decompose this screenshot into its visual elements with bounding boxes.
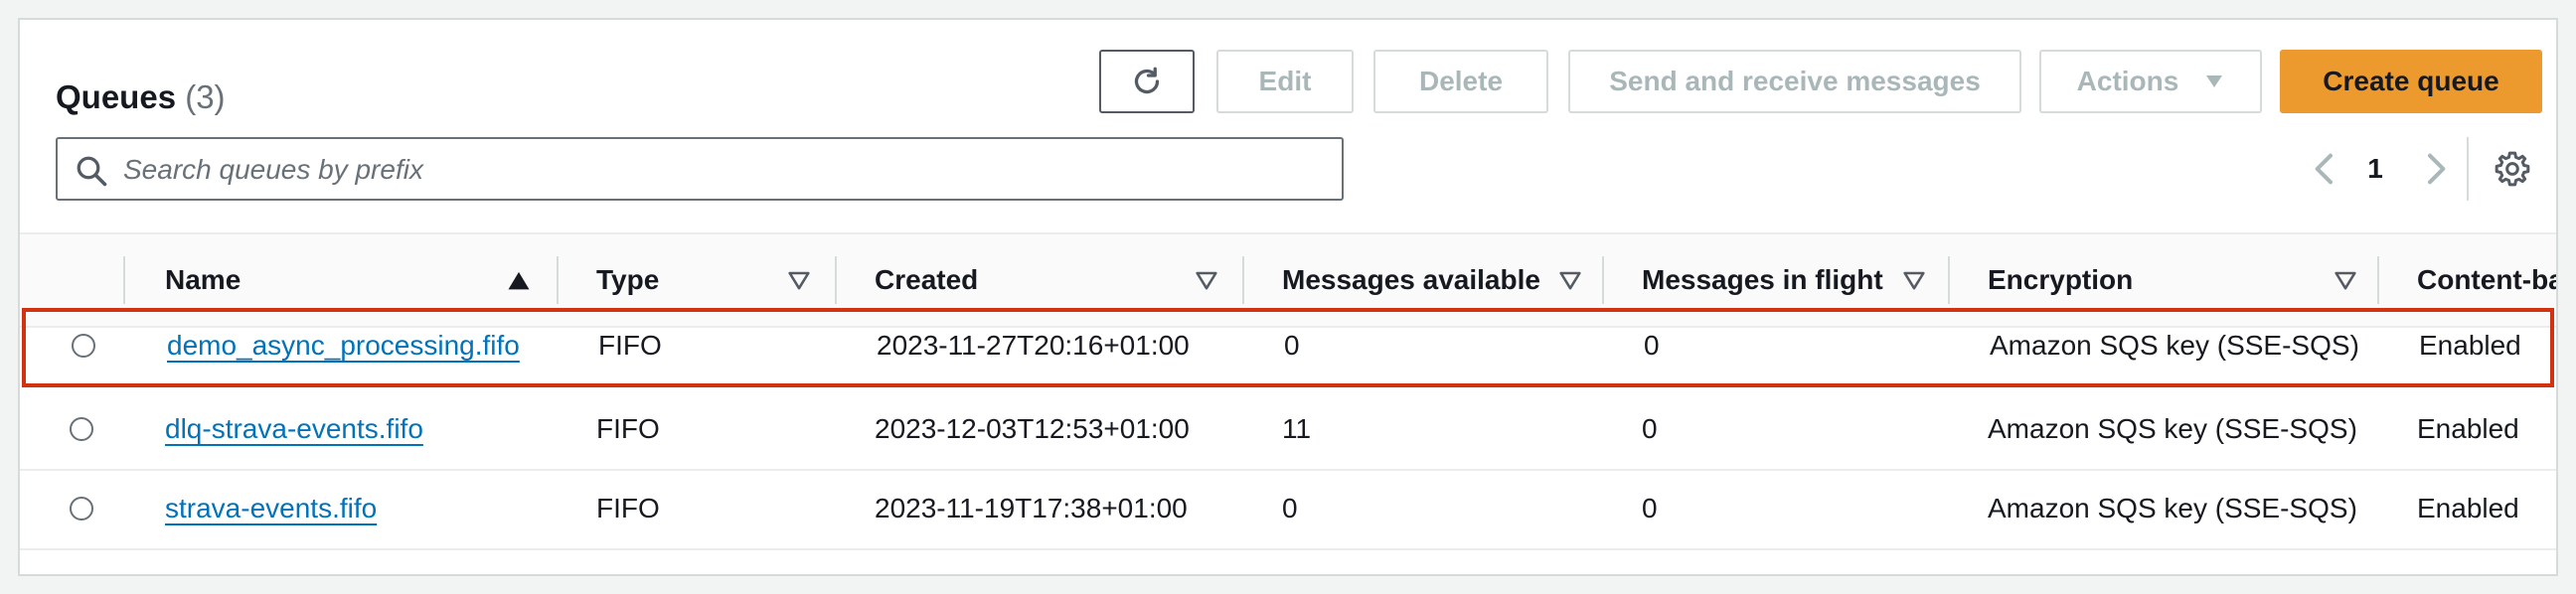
queue-name-cell: dlq-strava-events.fifo xyxy=(165,391,423,467)
encryption-cell: Amazon SQS key (SSE-SQS) xyxy=(1988,413,2357,444)
encryption-cell: Amazon SQS key (SSE-SQS) xyxy=(1990,330,2359,361)
queue-type-cell: FIFO xyxy=(596,493,660,523)
search-input[interactable] xyxy=(121,149,1328,191)
encryption-cell: Amazon SQS key (SSE-SQS) xyxy=(1988,493,2357,523)
column-separator xyxy=(1948,256,1950,304)
column-separator xyxy=(1242,256,1244,304)
row-radio[interactable] xyxy=(70,497,93,520)
sort-icon[interactable] xyxy=(1556,266,1584,294)
page-title: Queues (3) xyxy=(56,77,226,117)
messages-available-cell: 11 xyxy=(1282,413,1312,444)
row-radio[interactable] xyxy=(70,417,93,441)
queue-created-cell: 2023-12-03T12:53+01:00 xyxy=(875,413,1190,444)
queue-type-cell: FIFO xyxy=(596,413,660,444)
current-page[interactable]: 1 xyxy=(2355,149,2395,189)
table-row[interactable]: demo_async_processing.fifo FIFO 2023-11-… xyxy=(22,308,2554,387)
sort-ascending-icon[interactable] xyxy=(505,266,533,294)
queue-created-cell: 2023-11-19T17:38+01:00 xyxy=(875,493,1188,523)
actions-label: Actions xyxy=(2076,66,2179,96)
column-separator xyxy=(2377,256,2379,304)
caret-down-icon xyxy=(2206,75,2223,87)
queue-created-cell: 2023-11-27T20:16+01:00 xyxy=(877,330,1190,361)
sort-icon[interactable] xyxy=(1193,266,1220,294)
queue-name-cell: strava-events.fifo xyxy=(165,471,377,546)
queue-type-cell: FIFO xyxy=(598,330,662,361)
column-separator xyxy=(1602,256,1604,304)
title-text: Queues xyxy=(56,78,177,115)
messages-available-cell: 0 xyxy=(1284,330,1300,361)
queue-name-link[interactable]: strava-events.fifo xyxy=(165,493,377,523)
queue-name-link[interactable]: dlq-strava-events.fifo xyxy=(165,413,423,444)
queues-panel: Queues (3) Edit Delete Send and receive … xyxy=(18,18,2558,576)
messages-in-flight-cell: 0 xyxy=(1642,413,1658,444)
chevron-right-icon[interactable] xyxy=(2415,149,2455,189)
create-queue-button[interactable]: Create queue xyxy=(2280,50,2542,113)
table-row[interactable]: strava-events.fifo FIFO 2023-11-19T17:38… xyxy=(20,471,2556,550)
queue-count: (3) xyxy=(185,78,226,115)
column-separator xyxy=(123,256,125,304)
column-separator xyxy=(835,256,837,304)
column-separator xyxy=(557,256,559,304)
edit-button[interactable]: Edit xyxy=(1216,50,1354,113)
content-based-cell: Enabled xyxy=(2417,493,2519,523)
table-row[interactable]: dlq-strava-events.fifo FIFO 2023-12-03T1… xyxy=(20,391,2556,471)
messages-in-flight-cell: 0 xyxy=(1642,493,1658,523)
sort-icon[interactable] xyxy=(2332,266,2359,294)
row-radio[interactable] xyxy=(72,334,95,358)
sort-icon[interactable] xyxy=(1900,266,1928,294)
actions-dropdown-button[interactable]: Actions xyxy=(2039,50,2262,113)
delete-button[interactable]: Delete xyxy=(1373,50,1548,113)
search-box[interactable] xyxy=(56,137,1344,201)
content-based-cell: Enabled xyxy=(2419,330,2521,361)
send-receive-messages-button[interactable]: Send and receive messages xyxy=(1568,50,2021,113)
search-icon xyxy=(77,156,107,187)
refresh-icon xyxy=(1134,67,1160,94)
messages-available-cell: 0 xyxy=(1282,493,1298,523)
sort-icon[interactable] xyxy=(785,266,813,294)
queue-name-cell: demo_async_processing.fifo xyxy=(167,308,520,383)
queue-name-link[interactable]: demo_async_processing.fifo xyxy=(167,330,520,361)
content-based-cell: Enabled xyxy=(2417,413,2519,444)
pagination-divider xyxy=(2467,137,2469,201)
gear-icon[interactable] xyxy=(2493,149,2532,189)
refresh-button[interactable] xyxy=(1099,50,1195,113)
messages-in-flight-cell: 0 xyxy=(1644,330,1660,361)
chevron-left-icon[interactable] xyxy=(2306,149,2345,189)
